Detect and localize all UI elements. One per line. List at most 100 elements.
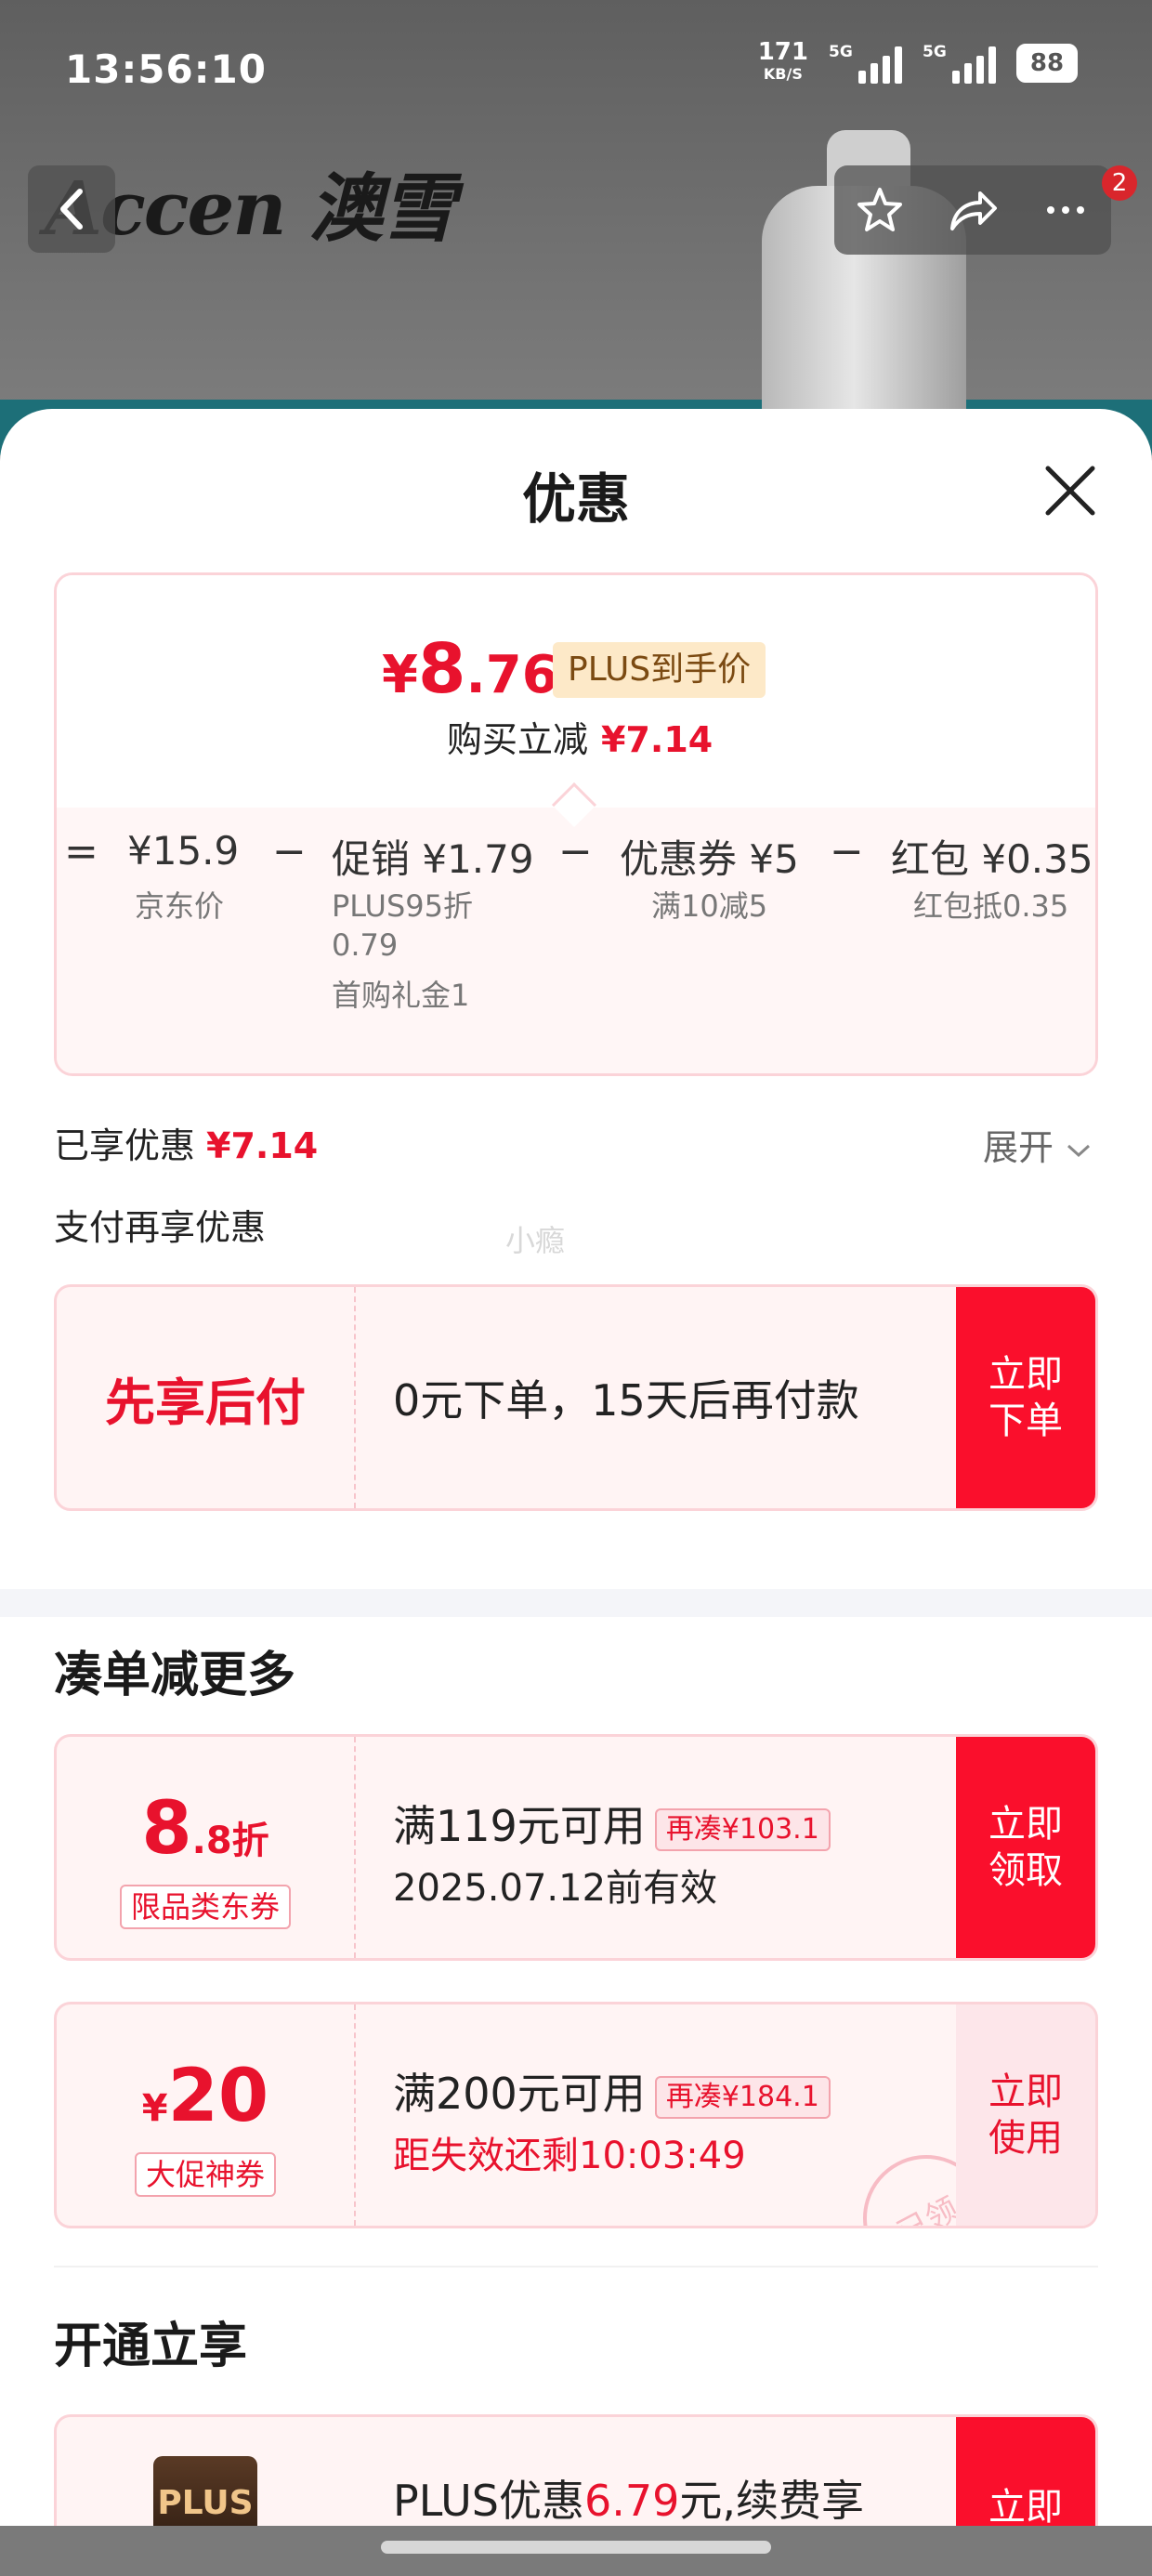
bnpl-title: 先享后付 [57, 1287, 356, 1508]
order-now-button-label: 立即 下单 [988, 1351, 1063, 1444]
bnpl-description: 0元下单，15天后再付款 [393, 1375, 859, 1426]
status-indicators: 171 KB/S 5G 5G 88 [757, 38, 1078, 85]
signal-2-tag: 5G [923, 43, 947, 61]
share-icon[interactable] [945, 184, 1001, 236]
use-coupon-label: 立即 使用 [988, 2069, 1063, 2162]
coupon-type-tag: 限品类东券 [119, 1885, 291, 1929]
coupon-discount-int: 8 [141, 1787, 192, 1871]
order-now-line1: 立即 [988, 1353, 1063, 1396]
promo-sub-gift: 首购礼金1 [332, 978, 470, 1013]
signal-5g-1-icon: 5G [829, 43, 902, 84]
nav-action-group [834, 165, 1111, 255]
coupon-condition: 满200元可用 再凑¥184.1 [393, 2060, 831, 2122]
expand-label: 展开 [983, 1127, 1054, 1168]
final-price-symbol: ¥ [382, 645, 418, 705]
plus-offer-amount: 6.79 [583, 2476, 680, 2526]
coupon-value-panel: 8.8折 限品类东券 [57, 1737, 356, 1958]
coupon-card[interactable]: 8.8折 限品类东券 满119元可用 再凑¥103.1 2025.07.12前有效… [54, 1734, 1098, 1961]
expand-toggle[interactable]: 展开 [983, 1119, 1093, 1170]
buy-now-pay-later-card[interactable]: 先享后付 0元下单，15天后再付款 立即 下单 [54, 1284, 1098, 1511]
home-indicator[interactable] [381, 2541, 771, 2554]
plus-offer-text: PLUS优惠6.79元,续费享 [393, 2467, 864, 2529]
signal-bar [976, 56, 984, 84]
claim-line1: 立即 [988, 1803, 1063, 1846]
coupon-value-panel: ¥20 大促神券 [57, 2004, 356, 2226]
network-speed-value: 171 [757, 38, 808, 66]
signal-bar [988, 46, 996, 84]
bundle-section-title: 凑单减更多 [54, 1648, 296, 1703]
more-icon[interactable] [1040, 184, 1092, 236]
signal-bar [895, 46, 902, 84]
section-divider [54, 2266, 1098, 2267]
coupon-card[interactable]: ¥20 大促神券 满200元可用 再凑¥184.1 距失效还剩10:03:49 已… [54, 2002, 1098, 2228]
applied-discount-value: ¥7.14 [206, 1125, 319, 1166]
claim-coupon-label: 立即 领取 [988, 1801, 1063, 1894]
coupon-threshold: 满200元可用 [393, 2069, 646, 2119]
plus-price-badge: PLUS到手价 [553, 642, 766, 698]
coupon-type-tag: 大促神券 [134, 2152, 276, 2197]
plus-offer-suffix: 元,续费享 [679, 2476, 864, 2526]
signal-bar [952, 71, 960, 84]
promo-value: 促销 ¥1.79 [332, 836, 534, 882]
signal-bar [871, 63, 878, 84]
section-separator [0, 1589, 1152, 1617]
coupon-amount-value: 20 [167, 2055, 269, 2138]
minus-sign: − [272, 828, 307, 875]
promo-sub-amount: 0.79 [332, 927, 399, 963]
network-speed: 171 KB/S [757, 38, 808, 85]
use-line2: 使用 [988, 2117, 1063, 2160]
order-now-button[interactable]: 立即 下单 [956, 1287, 1095, 1508]
signal-bar [883, 56, 890, 84]
coupon-sub: 满10减5 [651, 888, 768, 924]
price-breakdown: = ¥15.9 京东价 − 促销 ¥1.79 PLUS95折 0.79 首购礼金… [57, 828, 1095, 1051]
applied-discount: 已享优惠 ¥7.14 [54, 1117, 318, 1168]
discount-sheet: 优惠 ¥8.76 PLUS到手价 购买立减 ¥7.14 = ¥15.9 京东价 −… [0, 409, 1152, 2546]
coupon-value: 优惠券 ¥5 [620, 836, 799, 882]
coupon-discount: 8.8折 [57, 1789, 354, 1881]
coupon-countdown: 距失效还剩10:03:49 [393, 2135, 746, 2177]
redpacket-value: 红包 ¥0.35 [891, 836, 1093, 882]
watermark: 小瘾 [505, 1223, 566, 1258]
promo-sub-plus: PLUS95折 [332, 888, 473, 924]
coupon-topup-badge: 再凑¥103.1 [654, 1807, 831, 1851]
signal-bar [858, 71, 866, 84]
signal-1-tag: 5G [829, 43, 853, 61]
close-icon[interactable] [1041, 461, 1100, 520]
coupon-discount-suffix: .8折 [191, 1820, 269, 1862]
instant-reduction-value: ¥7.14 [601, 719, 713, 760]
network-speed-unit: KB/S [763, 65, 803, 83]
order-now-line2: 下单 [988, 1400, 1063, 1442]
minus-sign: − [558, 828, 593, 875]
signal-bar [964, 63, 972, 84]
plus-offer-prefix: PLUS优惠 [393, 2476, 584, 2526]
battery-icon: 88 [1016, 44, 1078, 83]
final-price: ¥8.76 [382, 629, 558, 709]
coupon-threshold: 满119元可用 [393, 1801, 646, 1851]
claim-coupon-button[interactable]: 立即 领取 [956, 1737, 1095, 1958]
plus-section-title: 开通立享 [54, 2319, 248, 2374]
use-coupon-button[interactable]: 立即 使用 [956, 2004, 1095, 2226]
pay-more-heading: 支付再享优惠 [54, 1207, 267, 1248]
notification-badge: 2 [1102, 165, 1137, 201]
status-time: 13:56:10 [65, 46, 267, 92]
equals-sign: = [64, 828, 98, 875]
back-button[interactable] [28, 165, 115, 253]
applied-discount-label: 已享优惠 [54, 1125, 196, 1166]
claim-line2: 领取 [988, 1849, 1063, 1892]
use-line1: 立即 [988, 2070, 1063, 2113]
minus-sign: − [830, 828, 864, 875]
open-plus-label: 立即 [988, 2486, 1063, 2529]
sheet-title: 优惠 [521, 467, 630, 531]
price-summary-card: ¥8.76 PLUS到手价 购买立减 ¥7.14 = ¥15.9 京东价 − 促销… [54, 572, 1098, 1076]
coupon-expiry: 2025.07.12前有效 [393, 1867, 718, 1910]
coupon-condition: 满119元可用 再凑¥103.1 [393, 1793, 831, 1854]
instant-reduction: 购买立减 ¥7.14 [447, 711, 713, 762]
coupon-amount-symbol: ¥ [141, 2087, 168, 2130]
status-bar: 13:56:10 171 KB/S 5G 5G 88 [0, 0, 1152, 139]
instant-reduction-label: 购买立减 [447, 719, 589, 760]
chevron-down-icon [1067, 1144, 1091, 1157]
final-price-decimal: .76 [465, 645, 558, 705]
star-icon[interactable] [854, 184, 906, 236]
signal-5g-2-icon: 5G [923, 43, 996, 84]
back-arrow-icon [60, 189, 83, 230]
